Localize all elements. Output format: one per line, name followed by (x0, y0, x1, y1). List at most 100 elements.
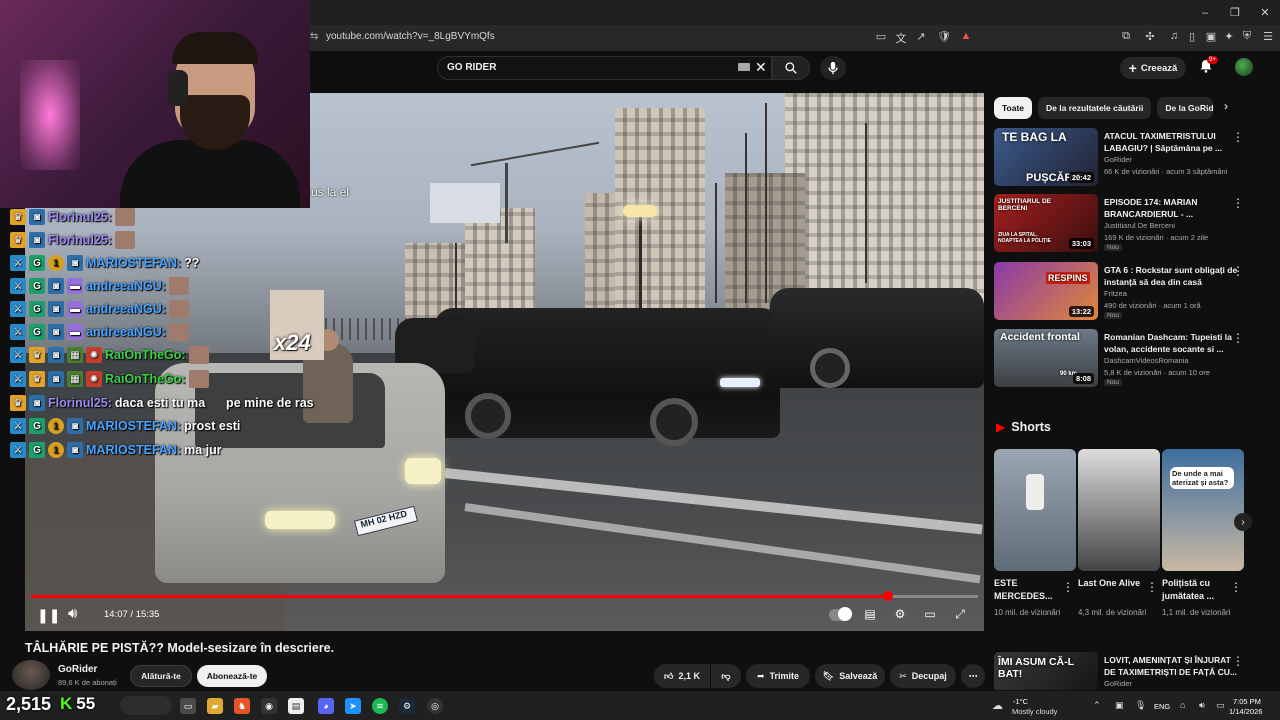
settings-gear-icon[interactable]: ⚙ (890, 605, 910, 623)
url-text[interactable]: youtube.com/watch?v=_8LgBVYmQfs (326, 31, 495, 42)
short-title[interactable]: Last One Alive (1078, 577, 1148, 590)
brave-rewards-icon[interactable]: ▲ (958, 30, 974, 42)
volume-tray-icon[interactable]: 🔊︎ (1199, 700, 1205, 711)
rec-channel[interactable]: DashcamVideosRomania (1104, 356, 1189, 365)
recommendation-item[interactable]: RESPINS 13:22 GTA 6 : Rockstar sunt obli… (994, 262, 1260, 322)
ai-icon[interactable]: ✦ (1221, 30, 1237, 43)
channel-avatar[interactable] (12, 660, 50, 690)
discord-icon[interactable]: ◕ (318, 698, 334, 714)
chrome-icon[interactable]: ◎ (427, 698, 443, 714)
rec-title[interactable]: EPISODE 174: MARIAN BRANCARDIERUL - ... (1104, 196, 1240, 220)
more-vert-icon[interactable]: ⋮ (1146, 580, 1158, 594)
more-vert-icon[interactable]: ⋮ (1232, 331, 1244, 345)
translate-icon[interactable]: 文 (893, 30, 909, 46)
more-actions-button[interactable]: ⋯ (961, 664, 985, 688)
extension-icon[interactable]: ⧉ (1118, 30, 1134, 43)
rec-title[interactable]: GTA 6 : Rockstar sunt obligați de instan… (1104, 264, 1240, 288)
battery-icon[interactable]: ▭ (1216, 700, 1225, 711)
weather-icon[interactable]: ☁ (992, 699, 1003, 712)
music-icon[interactable]: ♫ (1166, 30, 1182, 42)
account-avatar[interactable] (1235, 58, 1253, 76)
join-button[interactable]: Alătură-te (130, 665, 192, 687)
minimize-button[interactable]: – (1190, 0, 1220, 25)
clip-button[interactable]: ✂ Decupaj (890, 664, 956, 688)
microphone-tray-icon[interactable]: 🎙︎ (1135, 700, 1146, 711)
brave-shield-icon[interactable]: 🛡 (936, 30, 952, 43)
more-vert-icon[interactable]: ⋮ (1062, 580, 1074, 594)
video-thumbnail[interactable]: RESPINS 13:22 (994, 262, 1098, 320)
fullscreen-icon[interactable]: ⤢ (950, 605, 970, 623)
site-info-icon[interactable]: ⇆ (310, 31, 318, 42)
clock-date[interactable]: 1/14/2026 (1229, 707, 1262, 716)
rec-title[interactable]: Romanian Dashcam: Tupeisti la volan, acc… (1104, 331, 1240, 355)
channel-name[interactable]: GoRider (58, 664, 97, 675)
app-icon[interactable]: ➤ (345, 698, 361, 714)
create-button[interactable]: + Creează (1120, 57, 1186, 79)
more-vert-icon[interactable]: ⋮ (1230, 580, 1242, 594)
search-query[interactable]: GO RIDER (447, 62, 496, 73)
rec-title[interactable]: ATACUL TAXIMETRISTULUI LABAGIU? | Săptăm… (1104, 130, 1240, 154)
video-thumbnail[interactable]: Accident frontal 90 km 8:08 (994, 329, 1098, 387)
chip-from-channel[interactable]: De la GoRider (1157, 97, 1214, 119)
clock-time[interactable]: 7:05 PM (1233, 697, 1261, 706)
recommendation-item[interactable]: TE BAG LA PUȘCĂRIE 20:42 ATACUL TAXIMETR… (994, 128, 1260, 188)
scrubber-handle[interactable] (883, 591, 893, 601)
vpn-icon[interactable]: ⛨ (1239, 30, 1255, 43)
shorts-next-button[interactable]: › (1234, 513, 1252, 531)
subtitles-icon[interactable]: ▤ (860, 605, 880, 623)
task-view-icon[interactable]: ▭ (180, 698, 196, 714)
short-title[interactable]: Polițistă cu jumătatea ... (1162, 577, 1232, 603)
save-button[interactable]: 🔖︎ Salvează (815, 664, 885, 688)
sidebar-icon[interactable]: ▯ (1184, 30, 1200, 43)
share-icon[interactable]: ↗ (913, 30, 929, 43)
recommendation-item[interactable]: Accident frontal 90 km 8:08 Romanian Das… (994, 329, 1260, 389)
spotify-icon[interactable]: ≋ (372, 698, 388, 714)
chip-from-search[interactable]: De la rezultatele căutării (1038, 97, 1152, 119)
rec-channel[interactable]: GoRider (1104, 155, 1132, 164)
rec-channel[interactable]: Justitiarul De Berceni (1104, 221, 1175, 230)
input-language[interactable]: ENG (1154, 702, 1170, 711)
pause-button[interactable]: ❚❚ (37, 607, 60, 624)
recommendation-item[interactable]: JUSTIȚIARUL DE BERCENI ZIUA LA SPITAL, N… (994, 194, 1260, 254)
rec-channel[interactable]: Fritzea (1104, 289, 1127, 298)
video-thumbnail[interactable]: JUSTIȚIARUL DE BERCENI ZIUA LA SPITAL, N… (994, 194, 1098, 252)
theater-mode-icon[interactable]: ▭ (920, 605, 940, 623)
short-thumbnail[interactable] (1078, 449, 1160, 571)
more-vert-icon[interactable]: ⋮ (1232, 264, 1244, 278)
subscribe-button[interactable]: Abonează-te (197, 665, 267, 687)
short-thumbnail[interactable]: De unde a mai aterizat și asta? (1162, 449, 1244, 571)
more-vert-icon[interactable]: ⋮ (1232, 130, 1244, 144)
rec-title[interactable]: LOVIT, AMENINȚAT ȘI ÎNJURAT DE TAXIMETRI… (1104, 654, 1240, 678)
clear-search-icon[interactable]: ✕ (755, 59, 767, 76)
maximize-button[interactable]: ❐ (1220, 0, 1250, 25)
chip-all[interactable]: Toate (994, 97, 1033, 119)
chevron-up-icon[interactable]: ⌃ (1093, 700, 1101, 711)
keyboard-icon[interactable] (738, 63, 750, 71)
close-window-button[interactable]: ✕ (1250, 0, 1280, 25)
video-thumbnail[interactable]: TE BAG LA PUȘCĂRIE 20:42 (994, 128, 1098, 186)
short-title[interactable]: ESTE MERCEDES... (994, 577, 1064, 603)
app-tray-icon[interactable]: ▣ (1115, 700, 1124, 711)
more-vert-icon[interactable]: ⋮ (1232, 196, 1244, 210)
install-app-icon[interactable]: ▭ (873, 30, 889, 43)
brave-browser-icon[interactable]: ♞ (234, 698, 250, 714)
file-explorer-icon[interactable]: ▰ (207, 698, 223, 714)
menu-icon[interactable]: ☰ (1260, 30, 1276, 43)
video-thumbnail[interactable]: ÎMI ASUM CĂ-L BAT! (994, 652, 1098, 690)
short-thumbnail[interactable] (994, 449, 1076, 571)
like-button[interactable]: 👍︎ 2,1 K (654, 664, 710, 688)
network-icon[interactable]: ⌂ (1180, 700, 1185, 710)
dislike-button[interactable]: 👎︎ (711, 664, 741, 688)
taskbar-search[interactable] (120, 696, 172, 715)
steam-icon[interactable]: ⚙ (399, 698, 415, 714)
more-vert-icon[interactable]: ⋮ (1232, 654, 1244, 668)
puzzle-icon[interactable]: ✣ (1142, 30, 1158, 43)
search-button[interactable] (772, 56, 810, 80)
obs-icon[interactable]: ◉ (261, 698, 277, 714)
share-button[interactable]: ➦ Trimite (746, 664, 810, 688)
chevron-right-icon[interactable]: › (1224, 99, 1228, 113)
rec-channel[interactable]: GoRider (1104, 679, 1132, 688)
wallet-icon[interactable]: ▣ (1203, 30, 1219, 43)
recommendation-item[interactable]: ÎMI ASUM CĂ-L BAT! LOVIT, AMENINȚAT ȘI Î… (994, 652, 1260, 690)
notepad-icon[interactable]: ▤ (288, 698, 304, 714)
